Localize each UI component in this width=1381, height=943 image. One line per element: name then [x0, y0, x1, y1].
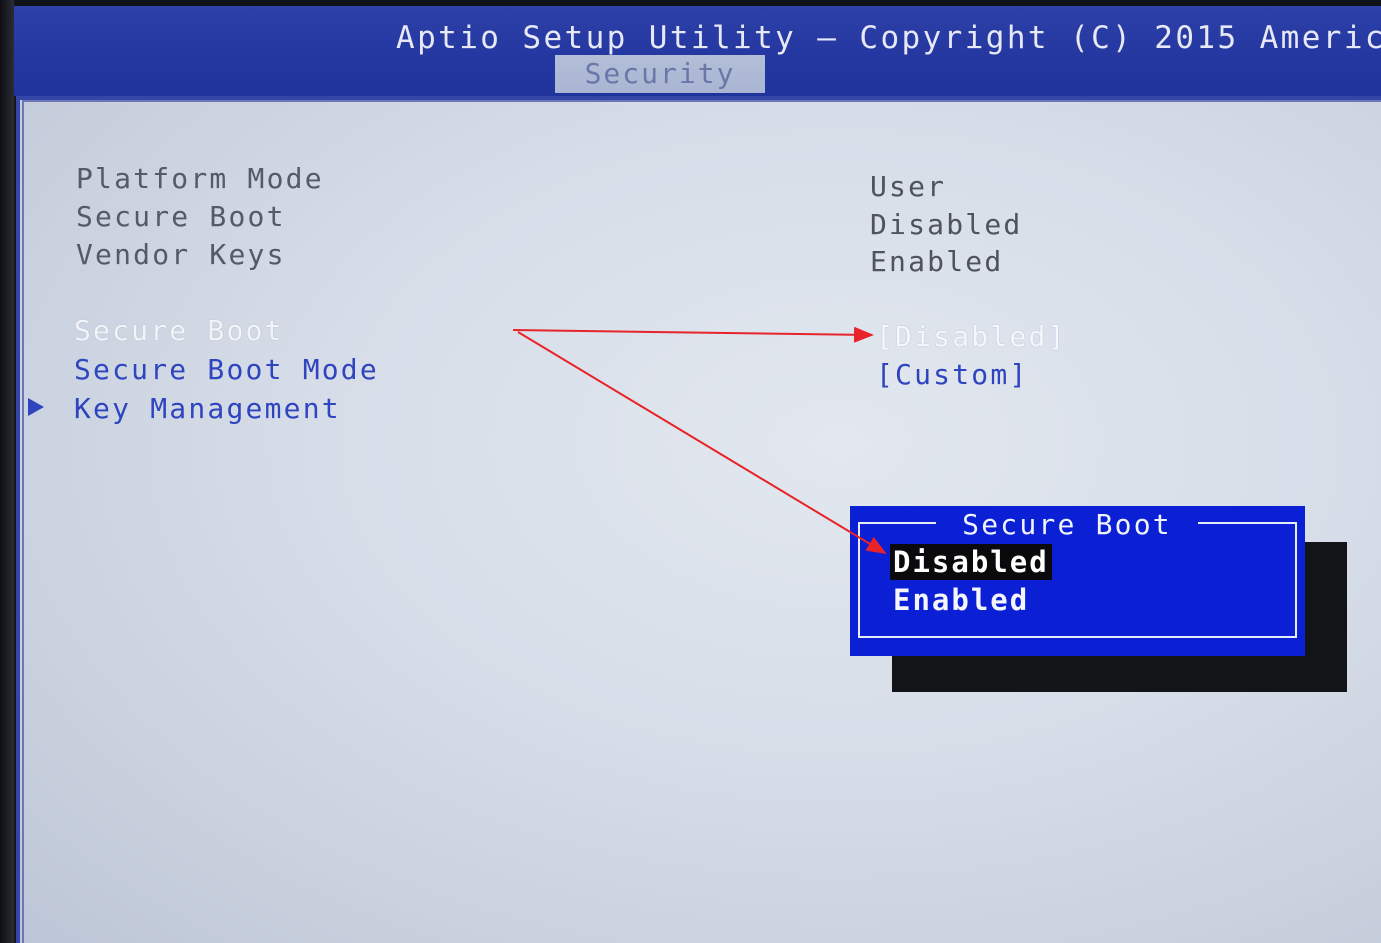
bios-screen: Aptio Setup Utility – Copyright (C) 2015… — [0, 0, 1381, 943]
popup-option-disabled[interactable]: Disabled — [890, 544, 1052, 580]
popup-option-enabled[interactable]: Enabled — [890, 582, 1032, 618]
monitor-bezel-left — [0, 0, 14, 943]
header-title: Aptio Setup Utility – Copyright (C) 2015… — [396, 20, 1381, 56]
secure-boot-mode-option[interactable]: Secure Boot Mode — [74, 353, 379, 386]
popup-title: Secure Boot — [936, 506, 1198, 544]
secure-boot-mode-value[interactable]: [Custom] — [876, 358, 1028, 391]
secure-boot-status-value: Disabled — [870, 208, 1023, 241]
platform-mode-value: User — [870, 170, 947, 203]
platform-mode-label: Platform Mode — [76, 162, 324, 195]
submenu-arrow-icon — [28, 398, 44, 416]
secure-boot-option[interactable]: Secure Boot — [74, 314, 284, 347]
key-management-submenu[interactable]: Key Management — [74, 392, 341, 425]
vendor-keys-label: Vendor Keys — [76, 238, 286, 271]
tab-security[interactable]: Security — [555, 55, 765, 93]
secure-boot-option-value[interactable]: [Disabled] — [876, 320, 1067, 353]
secure-boot-status-label: Secure Boot — [76, 200, 286, 233]
vendor-keys-value: Enabled — [870, 245, 1004, 278]
